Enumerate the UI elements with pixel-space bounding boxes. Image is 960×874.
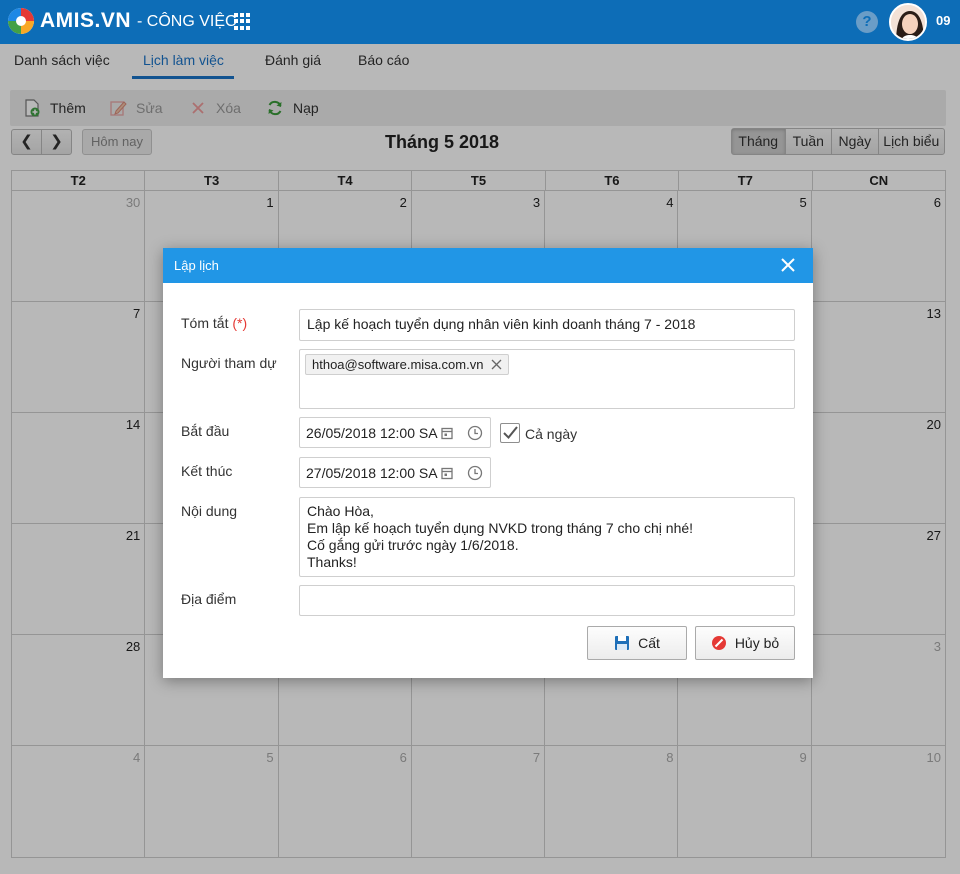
content-textarea[interactable]: Chào Hòa, Em lập kế hoạch tuyển dụng NVK… bbox=[299, 497, 795, 577]
clock-icon[interactable] bbox=[467, 465, 483, 481]
remove-attendee-icon[interactable] bbox=[491, 359, 502, 370]
user-avatar-icon bbox=[891, 5, 925, 39]
summary-label-text: Tóm tắt bbox=[181, 315, 229, 331]
help-icon[interactable]: ? bbox=[856, 11, 878, 33]
schedule-dialog: Lập lịch Tóm tắt (*) Lập kế hoạch tuyển … bbox=[163, 248, 813, 678]
clock-icon[interactable] bbox=[467, 425, 483, 441]
amis-logo-icon[interactable] bbox=[6, 6, 36, 36]
attendee-email: hthoa@software.misa.com.vn bbox=[312, 357, 484, 372]
content-line: Thanks! bbox=[307, 554, 357, 570]
location-input[interactable] bbox=[299, 585, 795, 616]
user-code[interactable]: 09 bbox=[936, 13, 950, 28]
content-line: Cố gắng gửi trước ngày 1/6/2018. bbox=[307, 537, 519, 553]
checkmark-icon bbox=[503, 426, 518, 439]
dialog-title: Lập lịch bbox=[174, 258, 219, 273]
close-icon[interactable] bbox=[779, 256, 797, 274]
attendee-tag: hthoa@software.misa.com.vn bbox=[305, 354, 510, 375]
app-header: AMIS.VN - CÔNG VIỆC ? 09 bbox=[0, 0, 960, 44]
content-line: Em lập kế hoạch tuyển dụng NVKD trong th… bbox=[307, 520, 694, 536]
start-date-input[interactable]: 26/05/2018 12:00 SA bbox=[299, 417, 491, 448]
end-date-input[interactable]: 27/05/2018 12:00 SA bbox=[299, 457, 491, 488]
cancel-icon bbox=[711, 636, 726, 650]
logo-text[interactable]: AMIS.VN bbox=[40, 9, 131, 33]
all-day-checkbox[interactable] bbox=[500, 423, 520, 443]
content-line: Chào Hòa, bbox=[307, 503, 374, 519]
required-mark: (*) bbox=[232, 315, 248, 331]
apps-grid-icon[interactable] bbox=[234, 13, 251, 30]
summary-input[interactable]: Lập kế hoạch tuyển dụng nhân viên kinh d… bbox=[299, 309, 795, 341]
summary-label: Tóm tắt (*) bbox=[181, 315, 247, 331]
cancel-button[interactable]: Hủy bỏ bbox=[695, 626, 795, 660]
avatar[interactable] bbox=[889, 3, 927, 41]
content-label: Nội dung bbox=[181, 503, 238, 519]
save-floppy-icon bbox=[615, 636, 630, 650]
save-label: Cất bbox=[638, 635, 660, 651]
cancel-label: Hủy bỏ bbox=[734, 635, 780, 651]
attendees-label: Người tham dự bbox=[181, 355, 277, 371]
all-day-label[interactable]: Cả ngày bbox=[525, 426, 577, 442]
end-date-value: 27/05/2018 12:00 SA bbox=[306, 464, 438, 481]
dialog-header: Lập lịch bbox=[163, 248, 813, 283]
start-date-value: 26/05/2018 12:00 SA bbox=[306, 424, 438, 441]
app-name: - CÔNG VIỆC bbox=[137, 13, 237, 30]
end-label: Kết thúc bbox=[181, 463, 233, 479]
attendees-input[interactable]: hthoa@software.misa.com.vn bbox=[299, 349, 795, 409]
save-button[interactable]: Cất bbox=[587, 626, 687, 660]
calendar-icon[interactable] bbox=[439, 425, 455, 441]
start-label: Bắt đầu bbox=[181, 423, 230, 439]
location-label: Địa điểm bbox=[181, 591, 237, 607]
calendar-icon[interactable] bbox=[439, 465, 455, 481]
